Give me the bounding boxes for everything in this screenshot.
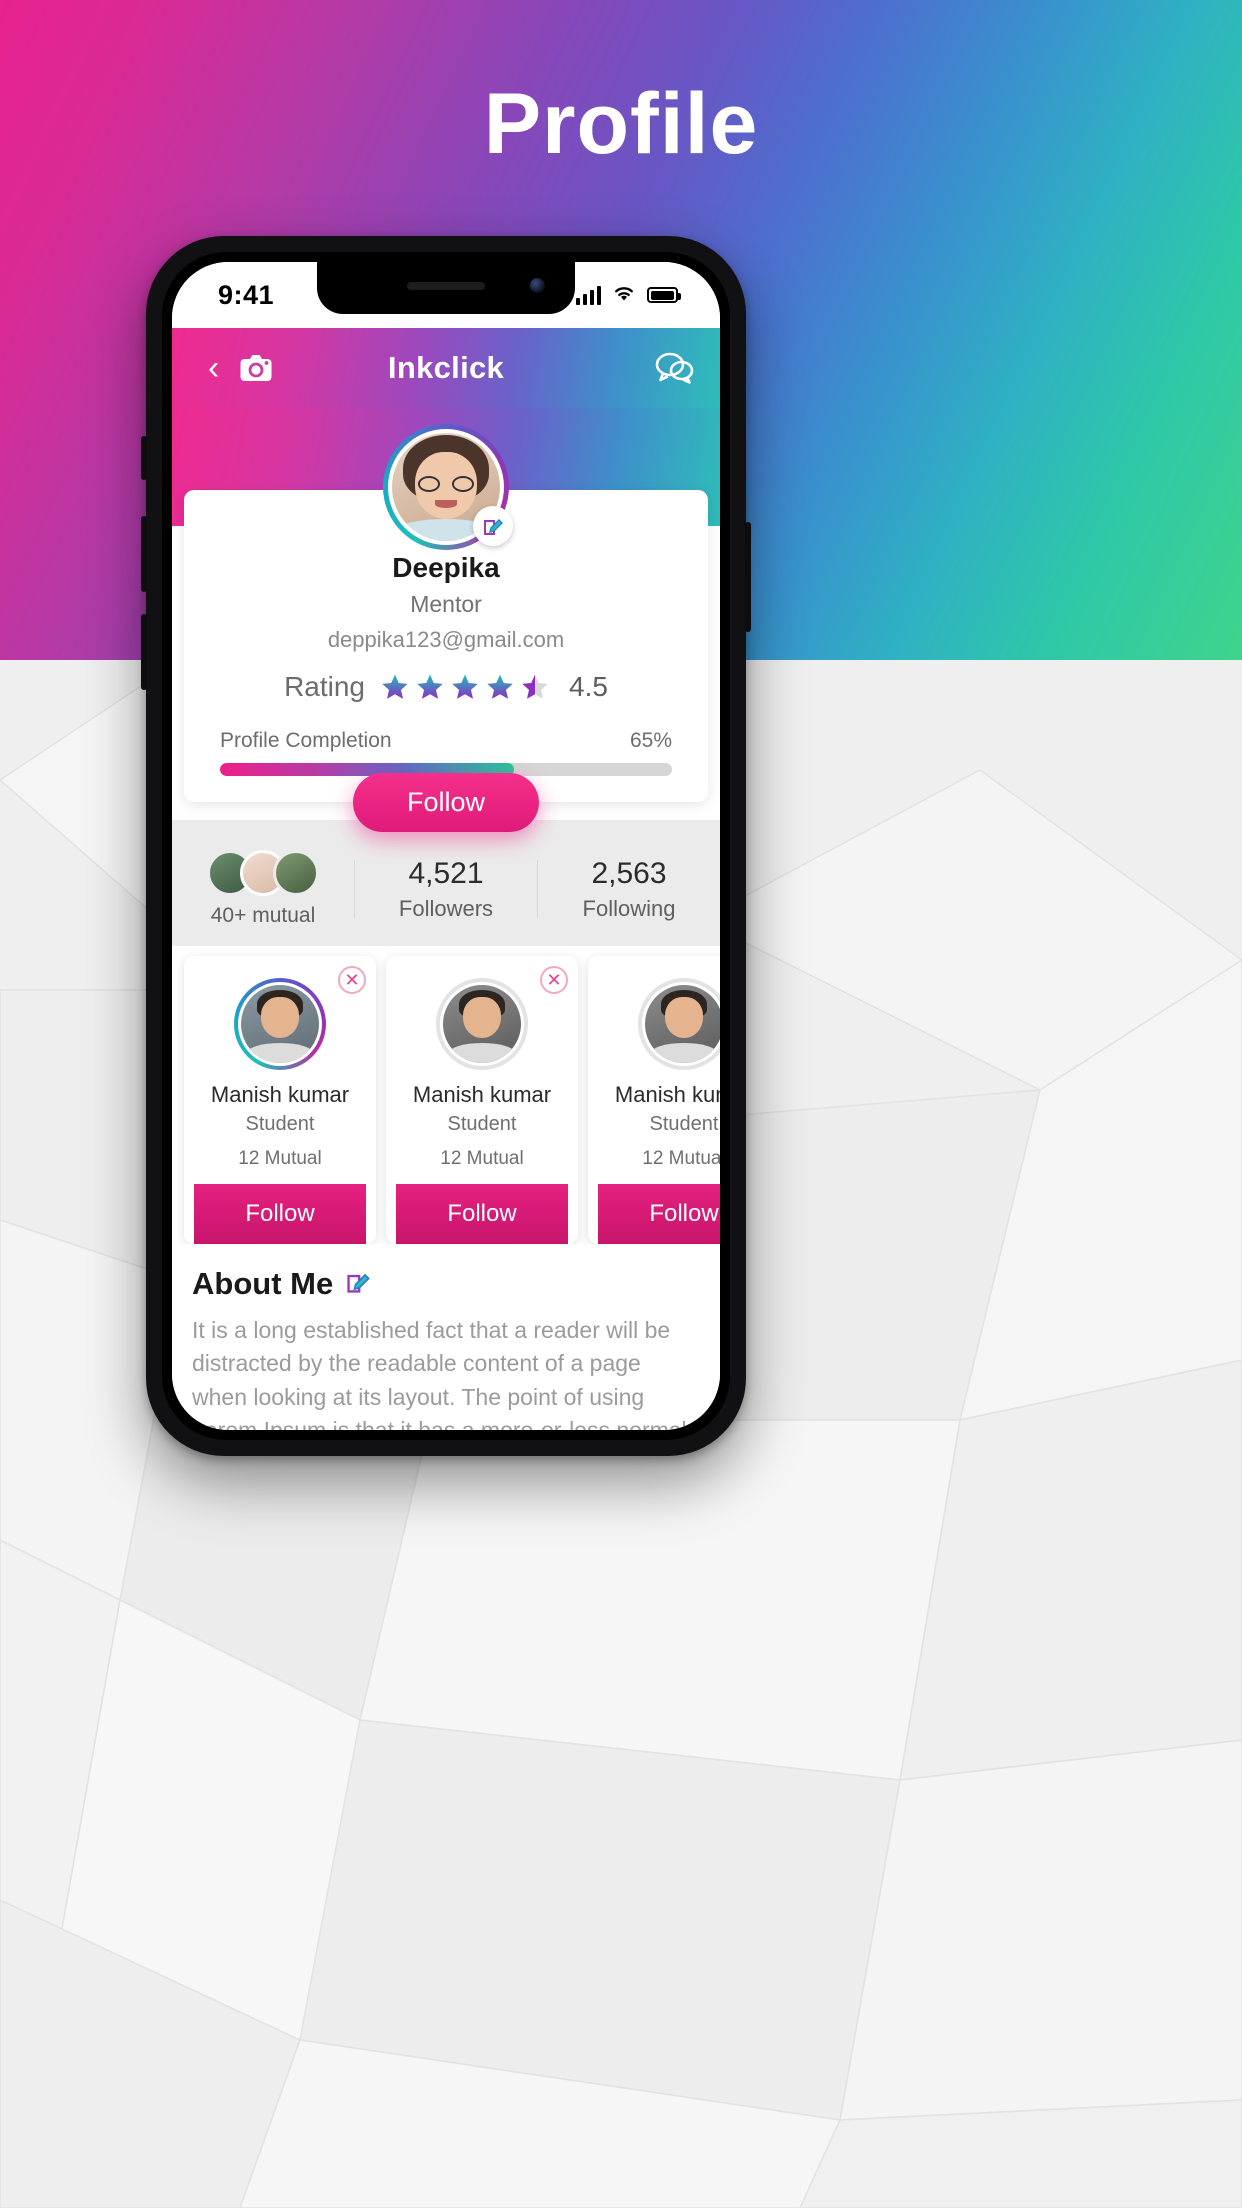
rating-stars[interactable]: [380, 672, 550, 702]
suggestion-card[interactable]: Manish kumar Student 12 Mutual Follow: [588, 956, 720, 1244]
edit-avatar-button[interactable]: [473, 506, 513, 546]
following-label: Following: [582, 895, 676, 921]
close-circle-icon[interactable]: ✕: [540, 966, 568, 994]
profile-completion-label: Profile Completion: [220, 729, 392, 752]
suggestion-role: Student: [245, 1113, 315, 1135]
avatar-ring: [638, 978, 720, 1070]
profile-scroll-container[interactable]: Deepika Mentor deppika123@gmail.com Rati…: [172, 408, 720, 1430]
app-bar: ‹ Inkclick: [172, 328, 720, 408]
status-bar-time: 9:41: [218, 279, 275, 310]
phone-volume-down-button: [141, 614, 147, 690]
follow-button[interactable]: Follow: [352, 773, 540, 832]
star-icon: [417, 674, 443, 699]
phone-notch: [317, 262, 575, 314]
suggestion-card[interactable]: ✕ Manish kumar Student 12 Mutual Follow: [386, 956, 578, 1244]
phone-volume-up-button: [141, 516, 147, 592]
stats-row: 40+ mutual 4,521 Followers 2,563 Followi…: [172, 820, 720, 946]
avatar-ring: [436, 978, 528, 1070]
followers-label: Followers: [398, 895, 494, 921]
suggestion-mutual: 12 Mutual: [642, 1148, 720, 1169]
stat-mutual[interactable]: 40+ mutual: [172, 850, 354, 928]
suggestion-role: Student: [649, 1113, 719, 1135]
suggestion-follow-button[interactable]: Follow: [598, 1184, 720, 1244]
rating-label: Rating: [284, 671, 365, 702]
followers-count: 4,521: [408, 856, 484, 890]
suggestion-name: Manish kumar: [614, 1082, 720, 1107]
profile-role: Mentor: [410, 591, 482, 617]
suggestion-name: Manish kumar: [210, 1082, 350, 1107]
avatar[interactable]: [383, 424, 513, 550]
star-icon: [382, 674, 408, 699]
wifi-icon: [612, 284, 636, 307]
avatar-gradient-ring: [234, 978, 326, 1070]
suggestion-name: Manish kumar: [412, 1082, 552, 1107]
page-title: Profile: [483, 76, 759, 172]
profile-email: deppika123@gmail.com: [327, 627, 565, 652]
profile-completion-percent: 65%: [629, 729, 672, 752]
mutual-label: 40+ mutual: [210, 904, 316, 927]
phone-bezel: 9:41 ‹ Inkclick Deepika Mentor deppika12…: [162, 252, 730, 1440]
stat-following[interactable]: 2,563 Following: [538, 857, 720, 922]
star-icon: [487, 674, 513, 699]
suggestion-mutual: 12 Mutual: [238, 1148, 322, 1169]
suggestions-carousel[interactable]: ✕ Manish kumar Student 12 Mutual Follow …: [172, 946, 720, 1244]
camera-icon[interactable]: [239, 353, 273, 383]
profile-name: Deepika: [392, 552, 500, 583]
stat-followers[interactable]: 4,521 Followers: [355, 857, 537, 922]
chat-bubbles-icon[interactable]: [654, 351, 694, 385]
about-text: It is a long established fact that a rea…: [192, 1317, 687, 1430]
signal-bars-icon: [575, 285, 601, 305]
earpiece-speaker: [407, 282, 485, 290]
suggestion-card[interactable]: ✕ Manish kumar Student 12 Mutual Follow: [184, 956, 376, 1244]
back-button[interactable]: ‹: [198, 347, 229, 389]
phone-screen: 9:41 ‹ Inkclick Deepika Mentor deppika12…: [172, 262, 720, 1430]
mutual-avatars: [172, 850, 354, 896]
edit-about-button[interactable]: [345, 1269, 371, 1300]
suggestion-role: Student: [447, 1113, 517, 1135]
profile-card: Deepika Mentor deppika123@gmail.com Rati…: [184, 424, 708, 832]
phone-mute-switch: [141, 436, 147, 480]
suggestion-follow-button[interactable]: Follow: [396, 1184, 568, 1244]
suggestion-follow-button[interactable]: Follow: [194, 1184, 366, 1244]
status-bar-icons: [575, 284, 681, 307]
star-icon: [452, 674, 478, 699]
suggestion-mutual: 12 Mutual: [440, 1148, 524, 1169]
star-half-icon: [522, 674, 548, 699]
phone-frame: 9:41 ‹ Inkclick Deepika Mentor deppika12…: [141, 236, 751, 1456]
battery-icon: [647, 287, 681, 303]
rating-row: Rating 4.5: [202, 671, 690, 703]
about-title: About Me: [192, 1266, 334, 1301]
avatar: [273, 850, 319, 896]
front-camera: [530, 278, 545, 293]
following-count: 2,563: [591, 856, 667, 890]
close-circle-icon[interactable]: ✕: [338, 966, 366, 994]
phone-power-button: [745, 522, 751, 632]
about-section: About Me It is a long established fact t…: [172, 1244, 720, 1430]
profile-completion: Profile Completion 65%: [220, 729, 672, 776]
rating-value: 4.5: [569, 671, 608, 702]
